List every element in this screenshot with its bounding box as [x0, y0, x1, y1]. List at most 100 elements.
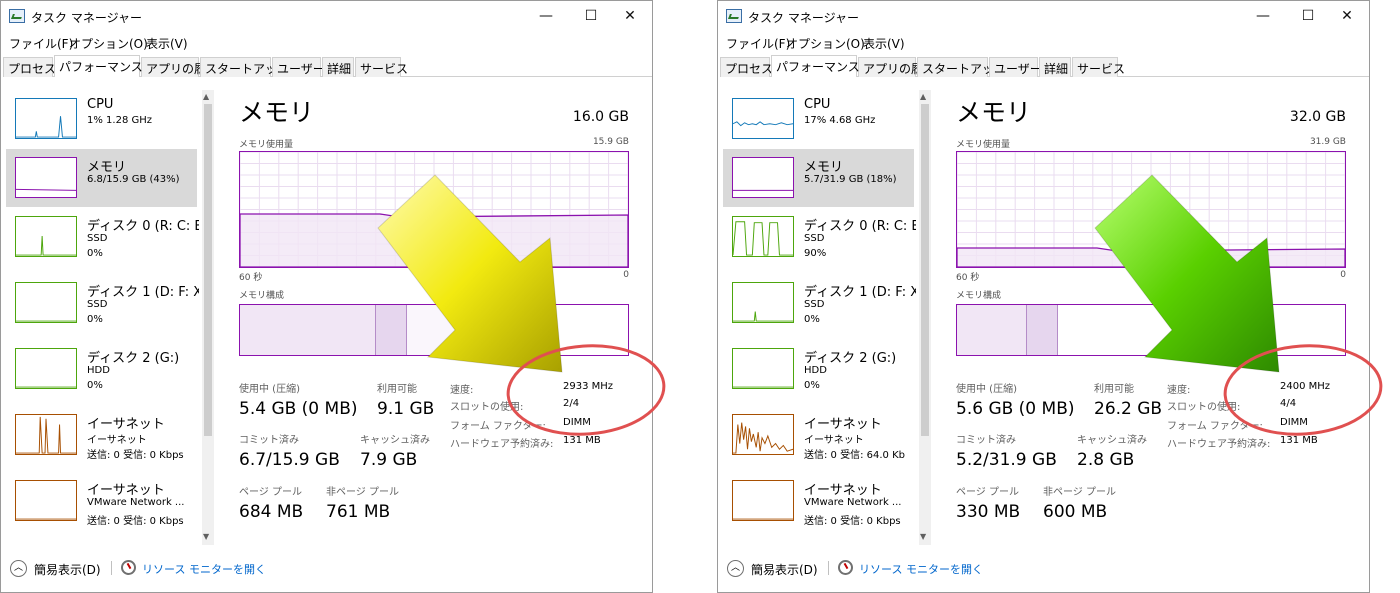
menu-item[interactable]: オプション(O) — [69, 35, 148, 52]
menu-item[interactable]: 表示(V) — [863, 35, 905, 52]
sidebar-item-name: CPU — [804, 97, 831, 112]
usage-graph-max: 31.9 GB — [1309, 137, 1346, 147]
sidebar-scrollbar[interactable]: ▲ ▼ — [919, 90, 931, 545]
resource-sidebar: CPU 17% 4.68 GHz メモリ 5.7/31.9 GB (18%) ディスク … — [723, 90, 931, 545]
sidebar-item-subdetail: 0% — [804, 380, 820, 391]
fewer-details-link[interactable]: 簡易表示(D) — [751, 561, 818, 578]
sidebar-scrollbar[interactable]: ▲ ▼ — [202, 90, 214, 545]
open-resource-monitor-link[interactable]: リソース モニターを開く — [859, 561, 983, 577]
sidebar-thumbnail-graph — [15, 348, 77, 389]
sidebar-thumbnail-graph — [15, 414, 77, 455]
resource-monitor-icon[interactable] — [838, 560, 853, 575]
composition-segment — [511, 305, 628, 355]
sidebar-item[interactable]: ディスク 2 (G:) HDD 0% — [723, 340, 914, 398]
minimize-button[interactable]: — — [523, 1, 569, 32]
scrollbar-thumb[interactable] — [921, 104, 929, 436]
sidebar-item[interactable]: イーサネット VMware Network ... 送信: 0 受信: 0 Kbps — [6, 472, 197, 530]
tab-6[interactable]: サービス — [1072, 57, 1125, 77]
task-manager-app-icon — [726, 9, 742, 23]
tab-5[interactable]: 詳細 — [1039, 57, 1071, 77]
in-use-value: 5.4 GB (0 MB) — [239, 399, 358, 419]
slots-value: 4/4 — [1280, 398, 1297, 409]
tab-0[interactable]: プロセス — [3, 57, 56, 77]
committed-value: 6.7/15.9 GB — [239, 450, 340, 470]
thumbnail-sparkline — [16, 416, 76, 454]
tab-3[interactable]: スタートアップ — [200, 57, 289, 77]
tab-1[interactable]: パフォーマンス — [54, 55, 143, 77]
sidebar-item[interactable]: イーサネット イーサネット 送信: 0 受信: 64.0 Kb — [723, 406, 914, 464]
sidebar-item[interactable]: メモリ 6.8/15.9 GB (43%) — [6, 149, 197, 207]
sidebar-thumbnail-graph — [732, 282, 794, 323]
sidebar-item-name: イーサネット — [87, 417, 165, 432]
committed-label: コミット済み — [239, 435, 299, 446]
scroll-down-icon[interactable]: ▼ — [920, 532, 926, 541]
tab-4[interactable]: ユーザー — [989, 57, 1042, 77]
page-title: メモリ — [239, 98, 315, 127]
tab-5[interactable]: 詳細 — [322, 57, 354, 77]
composition-segment — [375, 305, 407, 355]
usage-graph-max: 15.9 GB — [592, 137, 629, 147]
title-bar[interactable]: タスク マネージャー — ☐ ✕ — [1, 1, 652, 32]
scroll-up-icon[interactable]: ▲ — [203, 92, 209, 101]
close-button[interactable]: ✕ — [607, 1, 652, 32]
speed-label: 速度: — [1167, 385, 1191, 396]
chevron-up-icon[interactable]: ︿ — [727, 560, 744, 577]
menu-item[interactable]: 表示(V) — [146, 35, 188, 52]
menu-bar: ファイル(F) オプション(O) 表示(V) — [1, 32, 652, 52]
minimize-button[interactable]: — — [1240, 1, 1286, 32]
sidebar-item-subdetail: 90% — [804, 248, 827, 259]
thumbnail-sparkline — [16, 236, 76, 256]
form-factor-label: フォーム ファクター: — [450, 421, 546, 432]
composition-segment — [957, 305, 1027, 355]
tab-3[interactable]: スタートアップ — [917, 57, 1006, 77]
title-bar[interactable]: タスク マネージャー — ☐ ✕ — [718, 1, 1369, 32]
graph-time-right: 0 — [1340, 270, 1346, 280]
tab-1[interactable]: パフォーマンス — [771, 55, 860, 77]
sidebar-item-detail: SSD — [87, 299, 108, 310]
resource-monitor-icon[interactable] — [121, 560, 136, 575]
nonpaged-pool-label: 非ページ プール — [326, 487, 399, 498]
tab-2[interactable]: アプリの履歴 — [858, 57, 935, 77]
tab-2[interactable]: アプリの履歴 — [141, 57, 218, 77]
sidebar-item[interactable]: ディスク 0 (R: C: E SSD 90% — [723, 208, 916, 266]
sidebar-item[interactable]: メモリ 5.7/31.9 GB (18%) — [723, 149, 914, 207]
sidebar-item[interactable]: ディスク 0 (R: C: E SSD 0% — [6, 208, 199, 266]
sidebar-item[interactable]: イーサネット VMware Network ... 送信: 0 受信: 0 Kbps — [723, 472, 914, 530]
footer-divider — [828, 561, 829, 575]
menu-item[interactable]: オプション(O) — [786, 35, 865, 52]
tab-4[interactable]: ユーザー — [272, 57, 325, 77]
thumbnail-sparkline — [16, 188, 76, 191]
sidebar-item[interactable]: ディスク 2 (G:) HDD 0% — [6, 340, 197, 398]
scroll-down-icon[interactable]: ▼ — [203, 532, 209, 541]
open-resource-monitor-link[interactable]: リソース モニターを開く — [142, 561, 266, 577]
scroll-up-icon[interactable]: ▲ — [920, 92, 926, 101]
menu-item[interactable]: ファイル(F) — [9, 35, 73, 52]
scrollbar-thumb[interactable] — [204, 104, 212, 436]
paged-pool-value: 684 MB — [239, 502, 304, 522]
sidebar-item-detail: VMware Network ... — [87, 497, 185, 508]
paged-pool-value: 330 MB — [956, 502, 1021, 522]
sidebar-item[interactable]: ディスク 1 (D: F: X SSD 0% — [723, 274, 916, 332]
sidebar-item-detail: イーサネット — [804, 435, 864, 446]
composition-label: メモリ構成 — [956, 291, 1002, 301]
sidebar-item[interactable]: イーサネット イーサネット 送信: 0 受信: 0 Kbps — [6, 406, 197, 464]
menu-item[interactable]: ファイル(F) — [726, 35, 790, 52]
in-use-label: 使用中 (圧縮) — [956, 384, 1017, 395]
thumbnail-sparkline — [16, 116, 76, 138]
close-button[interactable]: ✕ — [1324, 1, 1369, 32]
available-label: 利用可能 — [1094, 384, 1134, 395]
hw-reserved-label: ハードウェア予約済み: — [450, 439, 554, 450]
sidebar-thumbnail-graph — [732, 480, 794, 521]
tab-0[interactable]: プロセス — [720, 57, 773, 77]
fewer-details-link[interactable]: 簡易表示(D) — [34, 561, 101, 578]
usage-area — [239, 213, 629, 268]
sidebar-item[interactable]: ディスク 1 (D: F: X SSD 0% — [6, 274, 199, 332]
nonpaged-pool-label: 非ページ プール — [1043, 487, 1116, 498]
chevron-up-icon[interactable]: ︿ — [10, 560, 27, 577]
tab-6[interactable]: サービス — [355, 57, 408, 77]
sidebar-item-name: イーサネット — [87, 483, 165, 498]
sidebar-item[interactable]: CPU 1% 1.28 GHz — [6, 90, 197, 148]
slots-label: スロットの使用: — [1167, 402, 1241, 413]
sidebar-item[interactable]: CPU 17% 4.68 GHz — [723, 90, 914, 148]
speed-value: 2933 MHz — [563, 381, 614, 392]
